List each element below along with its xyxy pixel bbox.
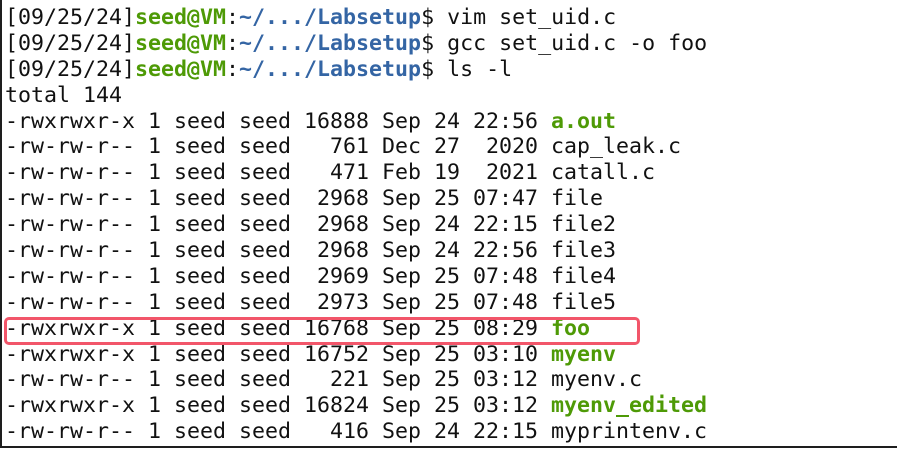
file-name: file2 [551, 212, 617, 238]
file-name: cap_leak.c [551, 134, 682, 160]
file-metadata: -rw-rw-r-- 1 seed seed 2968 Sep 25 07:47 [5, 186, 552, 212]
file-row: -rw-rw-r-- 1 seed seed 2969 Sep 25 07:48… [5, 264, 707, 290]
file-metadata: -rw-rw-r-- 1 seed seed 221 Sep 25 03:12 [5, 367, 552, 393]
file-metadata: -rw-rw-r-- 1 seed seed 2973 Sep 25 07:48 [5, 289, 552, 315]
prompt-path: ~/.../Labsetup [239, 56, 422, 82]
prompt-path: ~/.../Labsetup [239, 5, 422, 30]
file-row: -rw-rw-r-- 1 seed seed 2968 Sep 24 22:56… [5, 238, 707, 264]
prompt-timestamp: [09/25/24] [5, 5, 136, 30]
file-metadata: -rwxrwxr-x 1 seed seed 16888 Sep 24 22:5… [5, 108, 552, 134]
terminal-output: [09/25/24]seed@VM:~/.../Labsetup$ vim se… [5, 5, 707, 445]
file-metadata: -rw-rw-r-- 1 seed seed 2969 Sep 25 07:48 [5, 263, 552, 289]
file-metadata: -rw-rw-r-- 1 seed seed 2968 Sep 24 22:15 [5, 212, 552, 238]
file-row: -rwxrwxr-x 1 seed seed 16752 Sep 25 03:1… [5, 342, 707, 368]
file-row: -rw-rw-r-- 1 seed seed 471 Feb 19 2021 c… [5, 160, 707, 186]
command-text: vim set_uid.c [447, 5, 617, 30]
file-row: -rwxrwxr-x 1 seed seed 16824 Sep 25 03:1… [5, 393, 707, 419]
file-name: myenv.c [551, 367, 643, 393]
file-name: file4 [551, 263, 617, 289]
prompt-separator: : [226, 56, 240, 82]
total-line: total 144 [5, 82, 123, 108]
file-name: file3 [551, 238, 617, 264]
terminal-window[interactable]: [09/25/24]seed@VM:~/.../Labsetup$ vim se… [0, 0, 897, 448]
file-row: -rw-rw-r-- 1 seed seed 221 Sep 25 03:12 … [5, 367, 707, 393]
file-row: -rw-rw-r-- 1 seed seed 2973 Sep 25 07:48… [5, 290, 707, 316]
file-name: a.out [551, 108, 617, 134]
prompt-user: seed@VM [135, 30, 227, 56]
highlight-box-foo [4, 317, 640, 345]
prompt-user: seed@VM [135, 56, 227, 82]
file-row: -rw-rw-r-- 1 seed seed 2968 Sep 25 07:47… [5, 186, 707, 212]
prompt-symbol: $ [421, 30, 448, 56]
file-name: catall.c [551, 160, 656, 186]
file-row: -rw-rw-r-- 1 seed seed 416 Sep 24 22:15 … [5, 419, 707, 445]
file-row: -rw-rw-r-- 1 seed seed 761 Dec 27 2020 c… [5, 134, 707, 160]
file-metadata: -rw-rw-r-- 1 seed seed 761 Dec 27 2020 [5, 134, 552, 160]
file-metadata: -rwxrwxr-x 1 seed seed 16824 Sep 25 03:1… [5, 393, 552, 419]
prompt-timestamp: [09/25/24] [5, 56, 136, 82]
file-name: file [551, 186, 604, 212]
prompt-separator: : [226, 5, 240, 30]
file-metadata: -rwxrwxr-x 1 seed seed 16752 Sep 25 03:1… [5, 341, 552, 367]
prompt-timestamp: [09/25/24] [5, 30, 136, 56]
file-metadata: -rw-rw-r-- 1 seed seed 471 Feb 19 2021 [5, 160, 552, 186]
file-row: -rw-rw-r-- 1 seed seed 2968 Sep 24 22:15… [5, 212, 707, 238]
prompt-line: [09/25/24]seed@VM:~/.../Labsetup$ ls -l [5, 57, 707, 83]
prompt-path: ~/.../Labsetup [239, 30, 422, 56]
prompt-user: seed@VM [135, 5, 227, 30]
file-metadata: -rw-rw-r-- 1 seed seed 2968 Sep 24 22:56 [5, 238, 552, 264]
command-text: ls -l [447, 56, 513, 82]
prompt-symbol: $ [421, 56, 448, 82]
prompt-symbol: $ [421, 5, 448, 30]
file-name: file5 [551, 289, 617, 315]
file-metadata: -rw-rw-r-- 1 seed seed 416 Sep 24 22:15 [5, 419, 552, 445]
command-text: gcc set_uid.c -o foo [447, 30, 708, 56]
file-name: myprintenv.c [551, 419, 708, 445]
file-name: myenv [551, 341, 617, 367]
prompt-line: [09/25/24]seed@VM:~/.../Labsetup$ gcc se… [5, 31, 707, 57]
prompt-line: [09/25/24]seed@VM:~/.../Labsetup$ vim se… [5, 5, 707, 31]
prompt-separator: : [226, 30, 240, 56]
file-row: -rwxrwxr-x 1 seed seed 16888 Sep 24 22:5… [5, 109, 707, 135]
file-name: myenv_edited [551, 393, 708, 419]
